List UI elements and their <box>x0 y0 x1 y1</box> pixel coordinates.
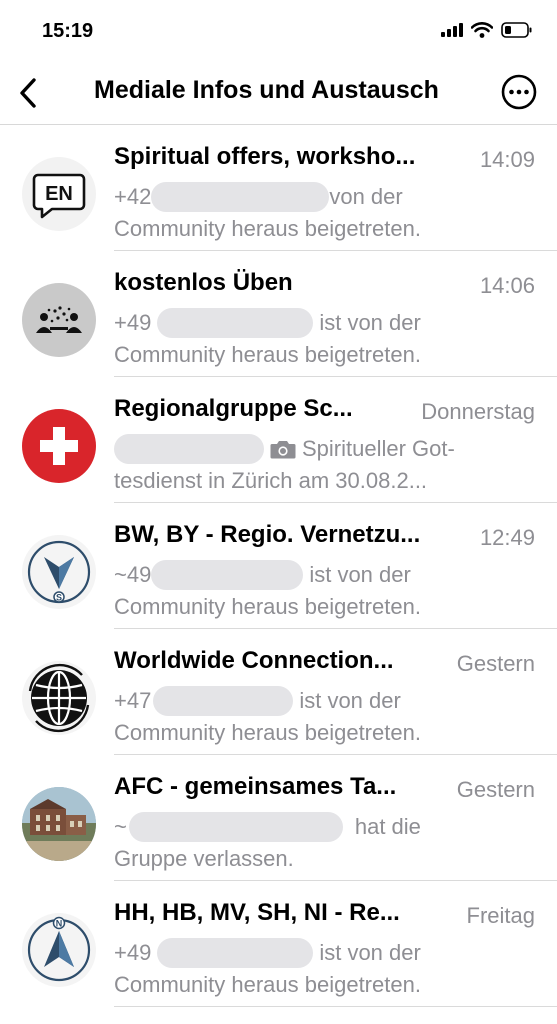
preview-line1: Spiritueller Got- <box>302 436 455 461</box>
chat-name: Regionalgruppe Sc... <box>114 395 353 422</box>
group-people-icon <box>36 306 82 333</box>
chat-name: Worldwide Connection... <box>114 647 394 674</box>
status-bar: 15:19 <box>0 0 557 62</box>
preview-line1: ist von der <box>309 562 411 587</box>
preview-line2: Community heraus beigetreten. <box>114 972 421 997</box>
swiss-flag-icon <box>40 427 78 465</box>
chat-row[interactable]: S BW, BY - Regio. Vernetzu... 12:49 ~49 … <box>0 503 557 629</box>
chat-row[interactable]: Worldwide Connection... Gestern +47 ist … <box>0 629 557 755</box>
chat-preview: ~49 ist von der Community heraus beigetr… <box>114 559 534 623</box>
preview-line2: Community heraus beigetreten. <box>114 594 421 619</box>
redacted-sender <box>153 686 294 716</box>
chat-preview: ~ hat die Gruppe verlassen. <box>114 811 534 875</box>
chat-row[interactable]: AFC - gemeinsames Ta... Gestern ~ hat di… <box>0 755 557 881</box>
preview-line2: tesdienst in Zürich am 30.08.2... <box>114 468 428 493</box>
battery-icon <box>501 22 532 38</box>
preview-line2: Community heraus beigetreten. <box>114 342 421 367</box>
chat-avatar: S <box>22 535 96 609</box>
sender-prefix: +47 <box>114 688 152 713</box>
chat-preview: Spiritueller Got- tesdienst in Zürich am… <box>114 433 534 497</box>
chat-name: AFC - gemeinsames Ta... <box>114 773 397 800</box>
redacted-sender <box>128 812 343 842</box>
compass-south-icon: S <box>27 540 91 604</box>
preview-line2: Community heraus beigetreten. <box>114 720 421 745</box>
chat-avatar: EN <box>22 157 96 231</box>
chat-row[interactable]: EN Spiritual offers, worksho... 14:09 +4… <box>0 125 557 251</box>
chat-time: 14:06 <box>479 273 535 298</box>
preview-line1: ist von der <box>319 940 421 965</box>
more-options-icon[interactable] <box>501 74 537 110</box>
chat-avatar <box>22 283 96 357</box>
sender-prefix: +49 <box>114 310 152 335</box>
chat-row[interactable]: kostenlos Üben 14:06 +49 ist von der Com… <box>0 251 557 377</box>
redacted-sender <box>157 938 314 968</box>
page-title: Mediale Infos und Austausch <box>94 76 439 104</box>
chat-time: Gestern <box>456 651 535 676</box>
sender-prefix: +42 <box>114 184 152 209</box>
preview-line1: hat die <box>354 814 421 839</box>
chat-preview: +42 von der Community heraus beigetreten… <box>114 181 534 245</box>
chat-time: 12:49 <box>479 525 535 550</box>
chat-list: EN Spiritual offers, worksho... 14:09 +4… <box>0 125 557 1007</box>
row-divider <box>114 1006 557 1007</box>
chat-name: kostenlos Üben <box>114 269 293 296</box>
svg-text:S: S <box>56 593 62 603</box>
chat-row[interactable]: Regionalgruppe Sc... Donnerstag Spiritue… <box>0 377 557 503</box>
chat-preview: +49 ist von der Community heraus beigetr… <box>114 307 534 371</box>
chat-time: 14:09 <box>479 147 535 172</box>
chat-preview: +49 ist von der Community heraus beigetr… <box>114 937 534 1001</box>
building-photo-icon <box>22 787 96 861</box>
redacted-sender <box>151 560 304 590</box>
chat-avatar <box>22 661 96 735</box>
sender-prefix: ~49 <box>114 562 152 587</box>
chat-avatar <box>22 409 96 483</box>
sender-prefix: ~ <box>114 814 127 839</box>
chat-avatar <box>22 787 96 861</box>
chat-avatar: N <box>22 913 96 987</box>
back-chevron-icon[interactable] <box>14 76 44 110</box>
chat-time: Donnerstag <box>421 399 535 424</box>
redacted-sender <box>157 308 314 338</box>
preview-line1: ist von der <box>299 688 401 713</box>
chat-preview: +47 ist von der Community heraus beigetr… <box>114 685 534 749</box>
sender-prefix: +49 <box>114 940 152 965</box>
camera-icon <box>270 441 296 459</box>
preview-line1: ist von der <box>319 310 421 335</box>
status-icons <box>441 22 533 38</box>
status-time: 15:19 <box>42 20 94 42</box>
chat-time: Gestern <box>456 777 535 802</box>
cellular-signal-icon <box>441 23 463 37</box>
navigation-bar: Mediale Infos und Austausch <box>0 62 557 125</box>
wifi-icon <box>471 22 493 38</box>
redacted-sender <box>151 182 330 212</box>
globe-icon <box>28 663 90 733</box>
svg-text:N: N <box>56 919 63 929</box>
chat-row[interactable]: N HH, HB, MV, SH, NI - Re... Freitag +49… <box>0 881 557 1007</box>
compass-north-icon: N <box>27 916 91 982</box>
en-speech-bubble-icon: EN <box>32 173 86 219</box>
preview-line2: Community heraus beigetreten. <box>114 216 421 241</box>
svg-text:EN: EN <box>45 183 73 205</box>
chat-name: HH, HB, MV, SH, NI - Re... <box>114 899 400 926</box>
redacted-sender <box>114 434 264 464</box>
preview-line2: Gruppe verlassen. <box>114 846 294 871</box>
preview-line1: von der <box>329 184 403 209</box>
chat-name: BW, BY - Regio. Vernetzu... <box>114 521 421 548</box>
chat-name: Spiritual offers, worksho... <box>114 143 416 170</box>
chat-time: Freitag <box>466 903 535 928</box>
